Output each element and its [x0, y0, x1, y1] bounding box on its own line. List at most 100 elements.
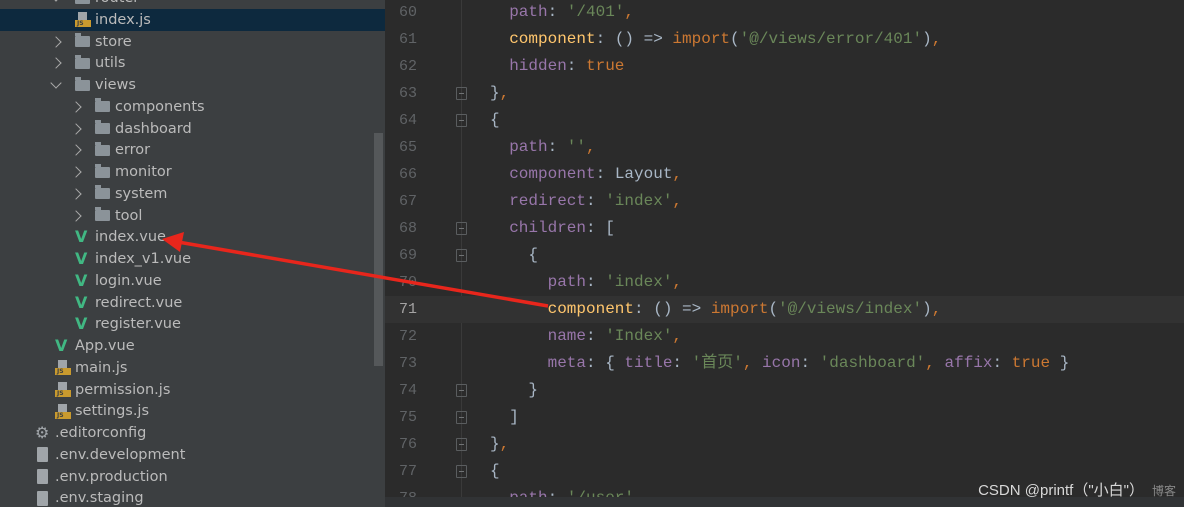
folder-icon — [95, 185, 110, 200]
tree-item[interactable]: dashboard — [0, 118, 385, 140]
code-token: { — [490, 111, 500, 129]
code-token: component — [509, 165, 596, 183]
tree-scrollbar[interactable] — [374, 133, 383, 366]
code-text: children: [ — [509, 215, 615, 242]
tree-item-label: settings.js — [75, 403, 150, 420]
code-line[interactable]: 76}, — [385, 431, 1184, 458]
chevron-down-icon[interactable] — [50, 77, 62, 89]
line-number: 75 — [398, 409, 417, 426]
code-line[interactable]: 60 path: '/401', — [385, 0, 1184, 26]
fold-marker-icon[interactable] — [456, 438, 467, 451]
fold-marker-icon[interactable] — [456, 384, 467, 397]
code-token: path — [509, 3, 548, 21]
fold-marker-icon[interactable] — [456, 87, 467, 100]
fold-marker-icon[interactable] — [456, 249, 467, 262]
chevron-down-icon[interactable] — [50, 0, 62, 2]
tree-item[interactable]: .env.development — [0, 444, 385, 466]
tree-item-label: error — [115, 142, 151, 159]
chevron-right-icon[interactable] — [50, 35, 62, 48]
code-line[interactable]: 70 path: 'index', — [385, 269, 1184, 296]
code-text: hidden: true — [509, 53, 624, 80]
code-text: name: 'Index', — [548, 323, 682, 350]
code-line[interactable]: 71 component: () => import('@/views/index… — [385, 296, 1184, 323]
code-token: true — [1011, 354, 1051, 372]
tree-item[interactable]: Vredirect.vue — [0, 292, 385, 314]
code-text: meta: { title: '首页', icon: 'dashboard', … — [548, 350, 1070, 377]
tree-item[interactable]: .env.staging — [0, 487, 385, 507]
tree-item[interactable]: components — [0, 96, 385, 118]
code-line[interactable]: 74} — [385, 377, 1184, 404]
tree-item[interactable]: JS main.js — [0, 357, 385, 379]
tree-item-label: register.vue — [95, 316, 181, 333]
tree-item[interactable]: Vindex.vue — [0, 226, 385, 248]
tree-item[interactable]: JS settings.js — [0, 400, 385, 422]
code-line[interactable]: 65 path: '', — [385, 134, 1184, 161]
line-number: 68 — [398, 220, 417, 237]
chevron-right-icon[interactable] — [70, 122, 82, 135]
chevron-right-icon[interactable] — [70, 101, 82, 113]
code-token: import — [672, 30, 731, 48]
tree-item[interactable]: Vlogin.vue — [0, 270, 385, 292]
tree-item[interactable]: JS index.js — [0, 8, 385, 31]
code-editor[interactable]: 60 path: '/401', 61 component: () => import… — [385, 0, 1184, 507]
code-token: : — [586, 327, 606, 345]
code-token: affix — [944, 354, 993, 372]
tree-item[interactable]: Vindex_v1.vue — [0, 248, 385, 270]
chevron-right-icon[interactable] — [50, 57, 62, 69]
watermark: CSDN @printf（"小白"） — [978, 482, 1144, 499]
code-line[interactable]: 64 { — [385, 107, 1184, 134]
code-line[interactable]: 66 component: Layout, — [385, 161, 1184, 188]
code-line[interactable]: 75] — [385, 404, 1184, 431]
tree-item[interactable]: store — [0, 31, 385, 53]
code-token: , — [672, 327, 683, 345]
tree-item-label: store — [95, 33, 132, 50]
code-token: icon — [762, 354, 801, 372]
tree-item[interactable]: Vregister.vue — [0, 313, 385, 335]
code-line[interactable]: 67 redirect: 'index', — [385, 188, 1184, 215]
code-line[interactable]: 63}, — [385, 80, 1184, 107]
code-line[interactable]: 62 hidden: true — [385, 53, 1184, 80]
line-number: 61 — [398, 31, 417, 48]
code-token: } — [490, 435, 500, 453]
code-text: ] — [509, 404, 519, 431]
line-number: 60 — [398, 4, 417, 21]
code-text: component: () => import('@/views/index')… — [548, 296, 942, 323]
code-token: ) — [922, 300, 932, 318]
code-line[interactable]: 73 meta: { title: '首页', icon: 'dashboard'… — [385, 350, 1184, 377]
fold-marker-icon[interactable] — [456, 222, 467, 235]
tree-item-label: components — [115, 98, 205, 115]
code-text: component: Layout, — [509, 161, 682, 188]
code-token: children — [509, 219, 586, 237]
code-token: : Layout — [595, 165, 673, 183]
tree-item[interactable]: .env.production — [0, 466, 385, 488]
tree-item[interactable]: V App.vue — [0, 335, 385, 357]
tree-item[interactable]: ⚙ .editorconfig — [0, 422, 385, 444]
fold-marker-icon[interactable] — [456, 114, 467, 127]
folder-icon — [95, 98, 110, 113]
code-line[interactable]: 72 name: 'Index', — [385, 323, 1184, 350]
tree-item[interactable]: views — [0, 74, 385, 96]
code-line[interactable]: 68 children: [ — [385, 215, 1184, 242]
tree-item[interactable]: utils — [0, 52, 385, 74]
fold-marker-icon[interactable] — [456, 411, 467, 424]
chevron-right-icon[interactable] — [70, 144, 82, 156]
watermark-secondary: 博客 — [1151, 484, 1176, 498]
tree-item[interactable]: monitor — [0, 161, 385, 183]
tree-item[interactable]: system — [0, 183, 385, 205]
chevron-right-icon[interactable] — [70, 188, 82, 200]
tree-item[interactable]: error — [0, 139, 385, 161]
code-line[interactable]: 69 { — [385, 242, 1184, 269]
chevron-right-icon[interactable] — [70, 166, 82, 178]
code-text: { — [490, 458, 500, 485]
fold-marker-icon[interactable] — [456, 465, 467, 478]
code-token: , — [672, 192, 683, 210]
code-line[interactable]: 61 component: () => import('@/views/error… — [385, 26, 1184, 53]
tree-item[interactable]: router — [0, 0, 385, 9]
line-number: 74 — [398, 382, 417, 399]
code-token: : — [586, 273, 606, 291]
folder-icon — [95, 163, 110, 178]
folder-icon — [75, 54, 90, 69]
chevron-right-icon[interactable] — [70, 209, 82, 222]
tree-item[interactable]: JS permission.js — [0, 379, 385, 401]
tree-item[interactable]: tool — [0, 205, 385, 227]
